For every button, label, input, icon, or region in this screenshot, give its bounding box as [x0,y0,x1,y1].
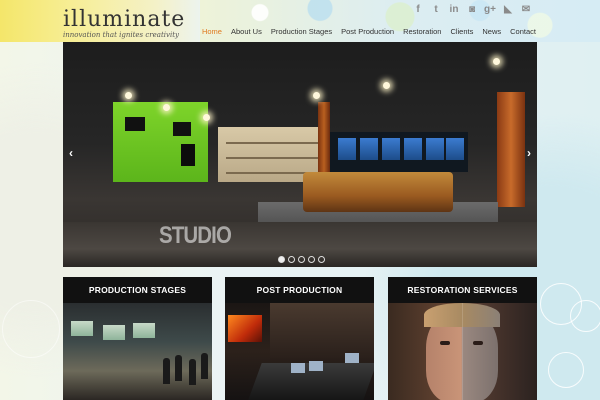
slider-pagination [278,256,325,263]
studio-light [203,114,210,121]
email-icon[interactable]: ✉ [520,4,532,16]
main-nav: Home About Us Production Stages Post Pro… [202,27,536,36]
nav-item-clients[interactable]: Clients [450,27,473,36]
studio-light [493,58,500,65]
slider-prev-arrow[interactable]: ‹ [69,147,73,159]
slider-dot-1[interactable] [278,256,285,263]
studio-light [313,92,320,99]
site-logo[interactable]: illuminate [63,7,185,32]
card-production-stages[interactable]: PRODUCTION STAGES [63,277,212,400]
bokeh-decoration [548,352,584,388]
nav-item-about-us[interactable]: About Us [231,27,262,36]
googleplus-icon[interactable]: g+ [484,4,496,16]
slide-image-green-screen [113,102,208,182]
nav-item-home[interactable]: Home [202,27,222,36]
instagram-icon[interactable]: ◙ [466,4,478,16]
slide-image-monitor-wall [328,132,468,172]
facebook-icon[interactable]: f [412,4,424,16]
studio-light [125,92,132,99]
site-header: illuminate innovation that ignites creat… [0,0,600,42]
site-tagline: innovation that ignites creativity [63,31,179,39]
card-title[interactable]: PRODUCTION STAGES [63,277,212,303]
card-image-restoration[interactable] [388,303,537,400]
slider-dot-5[interactable] [318,256,325,263]
slide-image-camera [181,144,195,166]
bokeh-decoration [2,300,60,358]
slider-dot-4[interactable] [308,256,315,263]
card-image-production-stages[interactable] [63,303,212,400]
hero-slider[interactable]: STUDIO ‹ › [63,42,537,267]
nav-item-post-production[interactable]: Post Production [341,27,394,36]
rss-icon[interactable]: ◣ [502,4,514,16]
nav-item-restoration[interactable]: Restoration [403,27,441,36]
card-title[interactable]: RESTORATION SERVICES [388,277,537,303]
card-title[interactable]: POST PRODUCTION [225,277,374,303]
bokeh-decoration [570,300,600,332]
twitter-icon[interactable]: t [430,4,442,16]
card-post-production[interactable]: POST PRODUCTION [225,277,374,400]
nav-item-production-stages[interactable]: Production Stages [271,27,332,36]
slide-image-news-desk [303,172,453,212]
card-restoration-services[interactable]: RESTORATION SERVICES [388,277,537,400]
slider-dot-2[interactable] [288,256,295,263]
slider-next-arrow[interactable]: › [527,147,531,159]
nav-item-contact[interactable]: Contact [510,27,536,36]
slide-caption: STUDIO [159,222,232,249]
slider-dot-3[interactable] [298,256,305,263]
studio-light [163,104,170,111]
card-image-post-production[interactable] [225,303,374,400]
linkedin-icon[interactable]: in [448,4,460,16]
social-links: f t in ◙ g+ ◣ ✉ [412,4,532,16]
nav-item-news[interactable]: News [482,27,501,36]
slide-image-pillar [497,92,525,207]
studio-light [383,82,390,89]
